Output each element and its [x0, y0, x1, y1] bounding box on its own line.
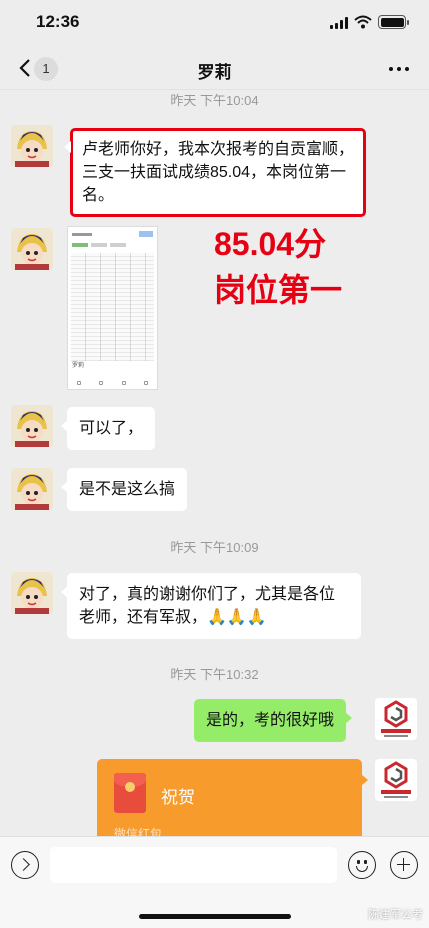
- red-packet-icon: [114, 773, 146, 813]
- score-annotation: 85.04分: [214, 226, 327, 262]
- thumbnail-nav-icons: [68, 381, 157, 385]
- message-input[interactable]: [50, 847, 337, 883]
- thumbnail-sheet-tabs: [68, 241, 157, 251]
- thumbnail-spreadsheet: [71, 253, 154, 361]
- status-bar: 12:36: [0, 0, 429, 48]
- wifi-icon: [354, 15, 372, 29]
- message-timestamp: 昨天 下午10:09: [170, 540, 259, 555]
- red-packet-title: 祝贺: [161, 788, 195, 807]
- rank-annotation: 岗位第一: [214, 272, 343, 308]
- message-bubble[interactable]: 可以了，: [60, 407, 156, 450]
- contact-avatar[interactable]: [11, 125, 53, 167]
- image-message-thumbnail[interactable]: 罗莉: [67, 226, 158, 390]
- more-actions-plus-icon[interactable]: [390, 851, 418, 879]
- message-timestamp: 昨天 下午10:32: [170, 667, 259, 682]
- battery-icon: [378, 15, 409, 29]
- my-avatar-logo[interactable]: [375, 698, 417, 740]
- chat-title: 罗莉: [197, 63, 232, 82]
- message-timestamp: 昨天 下午10:04: [170, 93, 259, 108]
- contact-avatar[interactable]: [11, 572, 53, 614]
- my-avatar-logo[interactable]: [375, 759, 417, 801]
- message-bubble[interactable]: 对了，真的谢谢你们了，尤其是各位老师，还有军叔，🙏🙏🙏: [61, 573, 361, 639]
- contact-avatar[interactable]: [11, 228, 53, 270]
- voice-input-icon[interactable]: [11, 851, 39, 879]
- contact-avatar[interactable]: [11, 468, 53, 510]
- thumbnail-toolbar: [68, 227, 157, 241]
- status-time: 12:36: [36, 12, 80, 31]
- message-bubble[interactable]: 是不是这么搞: [60, 468, 188, 511]
- input-bar: 陈建军公考: [0, 836, 429, 928]
- my-message-bubble[interactable]: 是的，考的很好哦: [194, 699, 353, 742]
- signal-icon: [330, 17, 348, 29]
- thumbnail-footer-text: 罗莉: [72, 363, 85, 369]
- contact-avatar[interactable]: [11, 405, 53, 447]
- more-options-icon[interactable]: [389, 60, 411, 78]
- watermark-text: 陈建军公考: [368, 909, 423, 921]
- red-packet-message[interactable]: 祝贺 微信红包: [97, 759, 368, 841]
- home-indicator: [139, 914, 291, 919]
- emoji-icon[interactable]: [348, 851, 376, 879]
- chat-header: 1 罗莉: [0, 48, 429, 90]
- message-bubble[interactable]: 卢老师你好，我本次报考的自贡富顺，三支一扶面试成绩85.04，本岗位第一名。: [64, 128, 366, 217]
